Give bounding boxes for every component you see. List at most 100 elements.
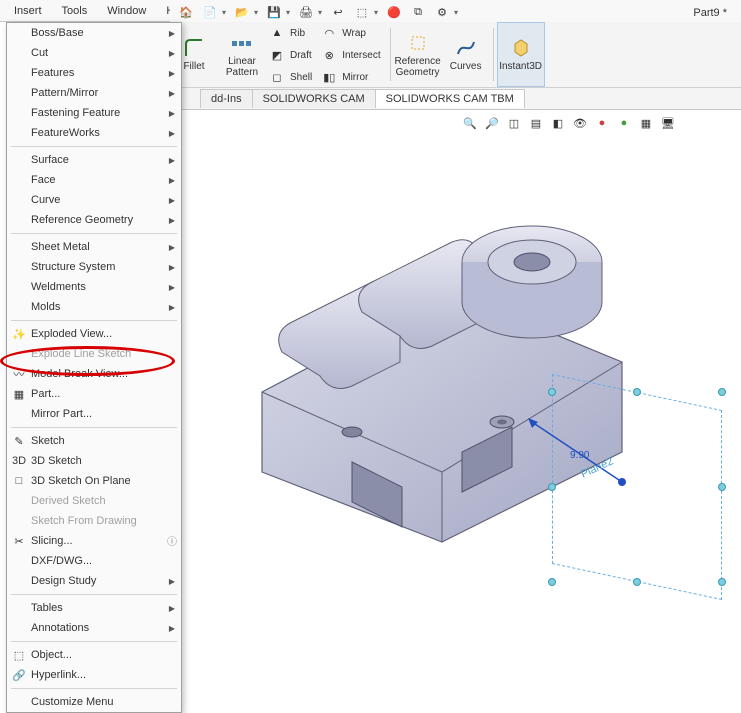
curves-button[interactable]: Curves bbox=[442, 22, 490, 87]
ref-geometry-button[interactable]: Reference Geometry bbox=[394, 22, 442, 87]
menu-item-slicing[interactable]: ✂Slicing...ⓘ bbox=[7, 531, 181, 551]
menu-item-object[interactable]: ⬚Object... bbox=[7, 645, 181, 665]
menu-item-surface[interactable]: Surface▶ bbox=[7, 150, 181, 170]
zoom-fit-icon[interactable]: 🔍 bbox=[461, 114, 479, 132]
insert-menu: Boss/Base▶Cut▶Features▶Pattern/Mirror▶Fa… bbox=[6, 22, 182, 713]
shell-button[interactable]: ◻Shell bbox=[266, 66, 318, 88]
submenu-arrow-icon: ▶ bbox=[169, 109, 175, 118]
menu-tools[interactable]: Tools bbox=[52, 3, 98, 19]
print-icon[interactable]: 🖨 bbox=[295, 2, 317, 24]
sk3dp-icon: □ bbox=[11, 473, 27, 489]
menu-item-derived-sketch: Derived Sketch bbox=[7, 491, 181, 511]
plane-handle[interactable] bbox=[718, 578, 726, 586]
chevron-down-icon[interactable]: ▾ bbox=[454, 8, 462, 17]
menu-item-weldments[interactable]: Weldments▶ bbox=[7, 277, 181, 297]
menu-item-fastening-feature[interactable]: Fastening Feature ▶ bbox=[7, 103, 181, 123]
menu-item-customize-menu[interactable]: Customize Menu bbox=[7, 692, 181, 712]
plane-handle[interactable] bbox=[633, 388, 641, 396]
menu-item-tables[interactable]: Tables▶ bbox=[7, 598, 181, 618]
menu-item-label: Tables bbox=[31, 602, 63, 614]
save-icon[interactable]: 💾 bbox=[263, 2, 285, 24]
menu-item-featureworks[interactable]: FeatureWorks▶ bbox=[7, 123, 181, 143]
menu-item-structure-system[interactable]: Structure System▶ bbox=[7, 257, 181, 277]
mirror-button[interactable]: ▮▯Mirror bbox=[318, 66, 386, 88]
menu-item-face[interactable]: Face▶ bbox=[7, 170, 181, 190]
chevron-down-icon[interactable]: ▾ bbox=[222, 8, 230, 17]
menu-item-molds[interactable]: Molds▶ bbox=[7, 297, 181, 317]
menu-item-exploded-view[interactable]: ✨Exploded View... bbox=[7, 324, 181, 344]
wrap-icon: ◠ bbox=[320, 24, 338, 42]
menu-item-sheet-metal[interactable]: Sheet Metal▶ bbox=[7, 237, 181, 257]
menu-item-label: Fastening Feature bbox=[31, 107, 120, 119]
section-icon[interactable]: ▤ bbox=[527, 114, 545, 132]
monitor-icon[interactable]: 🖥 bbox=[659, 114, 677, 132]
menu-item-model-break-view[interactable]: 〰Model Break View... bbox=[7, 364, 181, 384]
menu-item-label: Cut bbox=[31, 47, 48, 59]
submenu-arrow-icon: ▶ bbox=[169, 263, 175, 272]
chevron-down-icon[interactable]: ▾ bbox=[318, 8, 326, 17]
display-style-icon[interactable]: ◧ bbox=[549, 114, 567, 132]
graphics-viewport[interactable]: 🔍 🔎 ◫ ▤ ◧ 👁 ● ● ▦ 🖥 bbox=[192, 132, 737, 619]
plane-handle[interactable] bbox=[718, 388, 726, 396]
menu-item-pattern-mirror[interactable]: Pattern/Mirror▶ bbox=[7, 83, 181, 103]
home-icon[interactable]: 🏠 bbox=[175, 2, 197, 24]
menu-item-3d-sketch[interactable]: 3D3D Sketch bbox=[7, 451, 181, 471]
menu-item-cut[interactable]: Cut▶ bbox=[7, 43, 181, 63]
menu-item-annotations[interactable]: Annotations▶ bbox=[7, 618, 181, 638]
menu-item-hyperlink[interactable]: 🔗Hyperlink... bbox=[7, 665, 181, 685]
settings-icon[interactable]: ⚙ bbox=[431, 2, 453, 24]
menu-item-curve[interactable]: Curve▶ bbox=[7, 190, 181, 210]
menu-window[interactable]: Window bbox=[97, 3, 156, 19]
menu-item-part[interactable]: ▦Part... bbox=[7, 384, 181, 404]
zoom-area-icon[interactable]: 🔎 bbox=[483, 114, 501, 132]
plane-handle[interactable] bbox=[718, 483, 726, 491]
new-icon[interactable]: 📄 bbox=[199, 2, 221, 24]
sk3d-icon: 3D bbox=[11, 453, 27, 469]
chevron-down-icon[interactable]: ▾ bbox=[374, 8, 382, 17]
tab-swcam[interactable]: SOLIDWORKS CAM bbox=[252, 89, 376, 108]
chevron-down-icon[interactable]: ▾ bbox=[286, 8, 294, 17]
submenu-arrow-icon: ▶ bbox=[169, 156, 175, 165]
tab-addins[interactable]: dd-Ins bbox=[200, 89, 253, 108]
menu-item-sketch[interactable]: ✎Sketch bbox=[7, 431, 181, 451]
menu-separator bbox=[11, 320, 177, 321]
intersect-button[interactable]: ⊗Intersect bbox=[318, 44, 386, 66]
menu-item-3d-sketch-on-plane[interactable]: □ 3D Sketch On Plane bbox=[7, 471, 181, 491]
chevron-down-icon[interactable]: ▾ bbox=[254, 8, 262, 17]
menu-item-features[interactable]: Features▶ bbox=[7, 63, 181, 83]
scene-icon[interactable]: ● bbox=[615, 114, 633, 132]
hide-show-icon[interactable]: 👁 bbox=[571, 114, 589, 132]
plane-handle[interactable] bbox=[633, 578, 641, 586]
submenu-arrow-icon: ▶ bbox=[169, 283, 175, 292]
menu-item-label: Part... bbox=[31, 388, 60, 400]
undo-icon[interactable]: ↩ bbox=[327, 2, 349, 24]
linear-pattern-button[interactable]: Linear Pattern bbox=[218, 22, 266, 87]
open-icon[interactable]: 📂 bbox=[231, 2, 253, 24]
select-icon[interactable]: ⬚ bbox=[351, 2, 373, 24]
render-icon[interactable]: ▦ bbox=[637, 114, 655, 132]
menu-item-boss-base[interactable]: Boss/Base▶ bbox=[7, 23, 181, 43]
rib-button[interactable]: ▲Rib bbox=[266, 22, 318, 44]
draft-button[interactable]: ◩Draft bbox=[266, 44, 318, 66]
submenu-arrow-icon: ▶ bbox=[169, 176, 175, 185]
menu-item-mirror-part[interactable]: Mirror Part... bbox=[7, 404, 181, 424]
plane-handle[interactable] bbox=[548, 578, 556, 586]
menu-insert[interactable]: Insert bbox=[4, 3, 52, 19]
tab-swcam-tbm[interactable]: SOLIDWORKS CAM TBM bbox=[375, 89, 525, 108]
rebuild-icon[interactable]: 🔴 bbox=[383, 2, 405, 24]
instant3d-button[interactable]: Instant3D bbox=[497, 22, 545, 87]
menu-item-reference-geometry[interactable]: Reference Geometry▶ bbox=[7, 210, 181, 230]
menu-separator bbox=[11, 233, 177, 234]
options-icon[interactable]: ⧉ bbox=[407, 2, 429, 24]
wrap-button[interactable]: ◠Wrap bbox=[318, 22, 386, 44]
plane-handle[interactable] bbox=[548, 388, 556, 396]
view-cube-icon[interactable]: ◫ bbox=[505, 114, 523, 132]
appearance-icon[interactable]: ● bbox=[593, 114, 611, 132]
menu-item-label: 3D Sketch On Plane bbox=[31, 475, 131, 487]
menu-item-explode-line-sketch: Explode Line Sketch bbox=[7, 344, 181, 364]
menu-item-label: Exploded View... bbox=[31, 328, 112, 340]
menu-item-dxf-dwg[interactable]: DXF/DWG... bbox=[7, 551, 181, 571]
help-icon[interactable]: ⓘ bbox=[167, 533, 177, 548]
menu-item-design-study[interactable]: Design Study▶ bbox=[7, 571, 181, 591]
submenu-arrow-icon: ▶ bbox=[169, 577, 175, 586]
